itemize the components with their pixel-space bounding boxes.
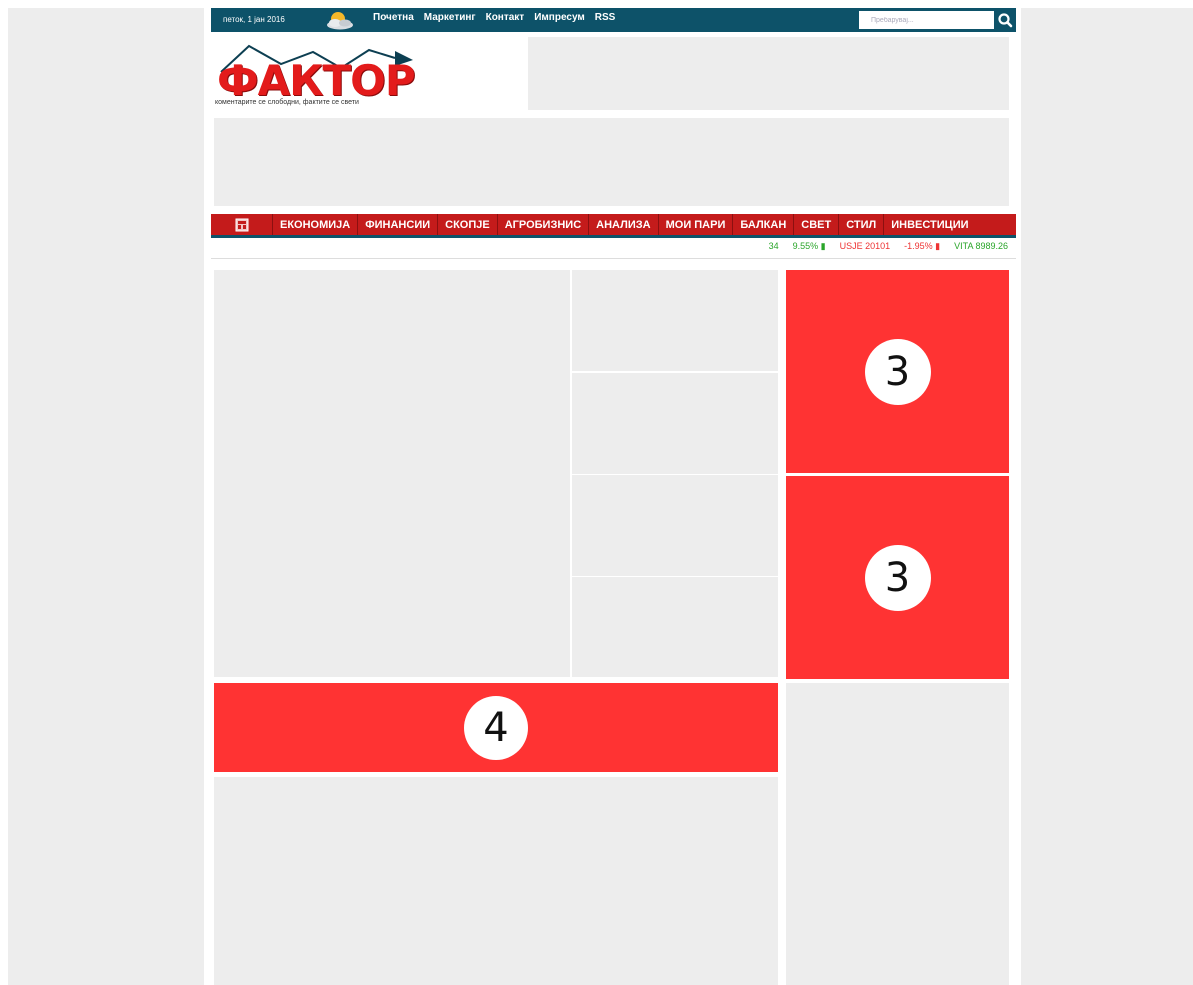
ad-slot-number: 3 [864,338,931,405]
nav-item-my-money[interactable]: МОИ ПАРИ [659,214,734,235]
top-nav-marketing[interactable]: Маркетинг [424,12,476,23]
top-nav-contact[interactable]: Контакт [486,12,525,23]
search-icon[interactable] [994,10,1016,30]
stock-ticker: 34 9.55% ▮ USJE 20101 -1.95% ▮ VITA 8989… [211,240,1016,254]
ticker-symbol: USJE 20101 [839,241,891,251]
ad-slot-3-top[interactable]: 3 [786,270,1009,473]
search-input[interactable] [859,11,994,29]
featured-article-small[interactable] [572,475,778,576]
featured-article-small[interactable] [572,373,778,474]
logo-tagline: коментарите се слободни, фактите се свет… [215,99,359,106]
nav-item-finance[interactable]: ФИНАНСИИ [358,214,439,235]
ticker-symbol: VITA 8989.26 [954,241,1008,251]
divider [211,258,1016,259]
page-container: петок, 1 јан 2016 Почетна Маркетинг Конт… [211,8,1016,985]
top-nav-rss[interactable]: RSS [595,12,616,23]
home-icon[interactable] [211,214,273,235]
right-background-panel [1021,8,1193,985]
nav-item-style[interactable]: СТИЛ [839,214,885,235]
top-navigation: Почетна Маркетинг Контакт Импресум RSS [373,12,615,23]
header-ad-slot[interactable] [528,37,1009,110]
ticker-change: 9.55% ▮ [792,241,826,251]
nav-item-skopje[interactable]: СКОПЈЕ [438,214,498,235]
nav-item-investments[interactable]: ИНВЕСТИЦИИ [884,214,975,235]
sidebar-content [786,683,1009,985]
ticker-value: 34 [768,241,779,251]
featured-article-small[interactable] [572,577,778,677]
featured-article-small[interactable] [572,270,778,371]
top-bar: петок, 1 јан 2016 Почетна Маркетинг Конт… [211,8,1016,32]
logo-wordmark: ФАКТОР [217,56,416,105]
cloud-sun-icon[interactable] [323,10,357,30]
ticker-change: -1.95% ▮ [904,241,941,251]
ad-slot-number: 4 [464,695,528,760]
ad-slot-3-bottom[interactable]: 3 [786,476,1009,679]
nav-item-agrobusiness[interactable]: АГРОБИЗНИС [498,214,590,235]
nav-item-world[interactable]: СВЕТ [794,214,840,235]
banner-ad-slot[interactable] [214,118,1009,206]
top-nav-impressum[interactable]: Импресум [534,12,585,23]
nav-item-analysis[interactable]: АНАЛИЗА [589,214,659,235]
main-navigation: ЕКОНОМИЈА ФИНАНСИИ СКОПЈЕ АГРОБИЗНИС АНА… [211,214,1016,238]
ad-slot-number: 3 [864,544,931,611]
left-background-panel [8,8,204,985]
top-nav-home[interactable]: Почетна [373,12,414,23]
current-date: петок, 1 јан 2016 [223,15,285,24]
ad-slot-4[interactable]: 4 [214,683,778,772]
lower-content-block [214,777,778,985]
site-logo[interactable]: ФАКТОР коментарите се слободни, фактите … [215,36,425,112]
nav-item-balkan[interactable]: БАЛКАН [733,214,795,235]
nav-item-economy[interactable]: ЕКОНОМИЈА [273,214,359,235]
featured-article-main[interactable] [214,270,570,677]
